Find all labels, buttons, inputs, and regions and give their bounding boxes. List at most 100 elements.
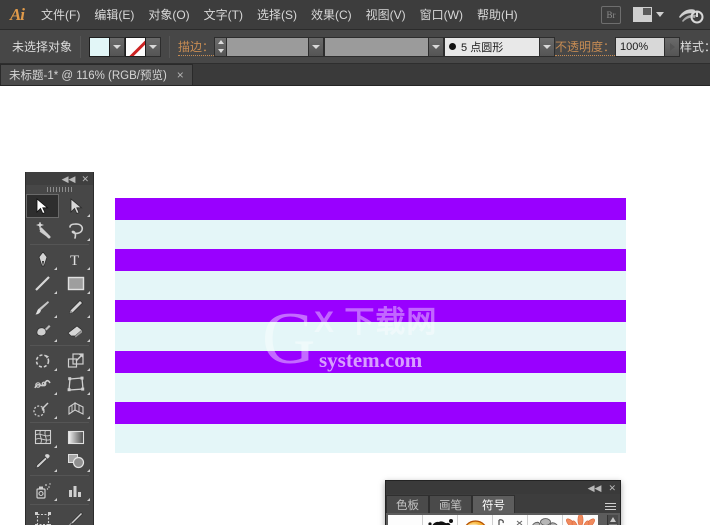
selection-tool[interactable]	[26, 194, 59, 218]
bridge-icon[interactable]: Br	[601, 5, 621, 24]
symbol-stone-ring[interactable]	[528, 515, 563, 525]
collapse-icon[interactable]: ◀◀	[588, 483, 602, 493]
document-tab[interactable]: 未标题-1* @ 116% (RGB/预览) ×	[0, 64, 193, 85]
stroke-weight-stepper[interactable]	[214, 36, 228, 57]
lasso-tool[interactable]	[59, 218, 92, 242]
perspective-grid-tool[interactable]	[59, 396, 92, 420]
menu-edit[interactable]: 编辑(E)	[87, 0, 141, 30]
type-tool[interactable]: T	[59, 247, 92, 271]
style-label[interactable]: 样式：	[680, 38, 710, 55]
pencil-tool[interactable]	[59, 295, 92, 319]
rectangle-tool[interactable]	[59, 271, 92, 295]
brush-definition-field[interactable]: 5 点圆形	[444, 36, 541, 57]
tab-symbols[interactable]: 符号	[472, 495, 515, 513]
stripe-purple-5[interactable]	[115, 402, 626, 424]
stroke-weight-control[interactable]	[214, 36, 325, 57]
stroke-weight-field[interactable]	[227, 36, 310, 57]
brush-definition-label: 5 点圆形	[461, 41, 504, 54]
panel-menu-icon[interactable]	[605, 502, 616, 510]
tab-swatches[interactable]: 色板	[386, 495, 429, 513]
tools-panel: ◀◀ ✕ T	[25, 172, 94, 525]
free-transform-tool[interactable]	[59, 372, 92, 396]
symbol-blue-gradient-bar[interactable]	[388, 515, 423, 525]
menu-help[interactable]: 帮助(H)	[470, 0, 525, 30]
menu-type[interactable]: 文字(T)	[197, 0, 250, 30]
column-graph-tool[interactable]	[59, 478, 92, 502]
symbol-ink-splat[interactable]	[423, 515, 458, 525]
chevron-down-icon	[432, 44, 441, 49]
arrange-documents-icon	[633, 7, 652, 22]
paintbrush-tool[interactable]	[26, 295, 59, 319]
stripe-purple-2[interactable]	[115, 249, 626, 271]
rotate-tool[interactable]	[26, 348, 59, 372]
stroke-profile-field[interactable]	[324, 36, 430, 57]
opacity-label[interactable]: 不透明度：	[555, 38, 616, 56]
width-tool[interactable]	[26, 372, 59, 396]
scroll-up-icon[interactable]	[610, 517, 616, 522]
blend-tool[interactable]	[59, 449, 92, 473]
symbol-orange-flower[interactable]	[563, 515, 598, 525]
stroke-profile-control[interactable]	[324, 36, 445, 57]
menu-window[interactable]: 窗口(W)	[413, 0, 470, 30]
tools-panel-grip[interactable]	[26, 185, 93, 194]
blob-brush-tool[interactable]	[26, 319, 59, 343]
fill-dropdown-button[interactable]	[110, 36, 126, 57]
opacity-field[interactable]: 100%	[615, 36, 666, 57]
symbols-panel-header: ◀◀ ✕	[386, 481, 620, 494]
symbol-orange-sphere[interactable]	[458, 515, 493, 525]
stroke-swatch-none[interactable]	[125, 36, 147, 57]
stroke-weight-dropdown-button[interactable]	[309, 36, 325, 57]
menu-select[interactable]: 选择(S)	[250, 0, 304, 30]
scale-tool[interactable]	[59, 348, 92, 372]
brush-definition-dropdown-button[interactable]	[540, 36, 556, 57]
tools-panel-header: ◀◀ ✕	[26, 172, 93, 185]
fill-swatch[interactable]	[89, 36, 111, 57]
collapse-icon[interactable]: ◀◀	[62, 174, 76, 184]
artboard-tool[interactable]	[26, 507, 59, 525]
stripe-cyan-1[interactable]	[115, 220, 626, 249]
gradient-tool[interactable]	[59, 425, 92, 449]
menu-view[interactable]: 视图(V)	[359, 0, 413, 30]
eraser-tool[interactable]	[59, 319, 92, 343]
close-icon[interactable]: ×	[177, 68, 184, 82]
close-icon[interactable]: ✕	[81, 174, 89, 184]
magic-wand-tool[interactable]	[26, 218, 59, 242]
stroke-color-control[interactable]	[125, 36, 162, 57]
stripe-purple-3[interactable]	[115, 300, 626, 322]
close-icon[interactable]: ✕	[608, 483, 616, 493]
menu-file[interactable]: 文件(F)	[34, 0, 87, 30]
stripe-purple-4[interactable]	[115, 351, 626, 373]
brush-definition-control[interactable]: 5 点圆形	[444, 36, 556, 57]
slice-tool[interactable]	[59, 507, 92, 525]
line-segment-tool[interactable]	[26, 271, 59, 295]
shape-builder-tool[interactable]	[26, 396, 59, 420]
stroke-profile-dropdown-button[interactable]	[429, 36, 445, 57]
stripe-cyan-3[interactable]	[115, 322, 626, 351]
menu-object[interactable]: 对象(O)	[141, 0, 196, 30]
arrange-documents-button[interactable]	[633, 7, 664, 22]
mesh-tool[interactable]	[26, 425, 59, 449]
stripe-cyan-4[interactable]	[115, 373, 626, 402]
divider	[80, 35, 82, 58]
opacity-flyout-button[interactable]	[665, 36, 681, 57]
symbol-line-sketch[interactable]	[493, 515, 528, 525]
workspace-switcher-icon[interactable]	[678, 5, 704, 25]
pen-tool[interactable]	[26, 247, 59, 271]
selection-status-label: 未选择对象	[12, 40, 73, 54]
stroke-weight-label[interactable]: 描边：	[178, 38, 215, 56]
fill-color-control[interactable]	[89, 36, 126, 57]
stripe-cyan-2[interactable]	[115, 271, 626, 300]
canvas-area[interactable]: G X 下载网 system.com ◀◀ ✕ T ◀◀ ✕ 色板 画笔 符号	[0, 86, 710, 525]
tab-brushes[interactable]: 画笔	[429, 495, 472, 513]
stroke-dropdown-button[interactable]	[146, 36, 162, 57]
menu-effect[interactable]: 效果(C)	[304, 0, 359, 30]
chevron-down-icon	[312, 44, 321, 49]
direct-selection-tool[interactable]	[59, 194, 92, 218]
symbols-scrollbar[interactable]	[607, 515, 618, 525]
eyedropper-tool[interactable]	[26, 449, 59, 473]
opacity-control[interactable]: 100%	[615, 36, 681, 57]
artwork-striped-pattern[interactable]	[115, 198, 626, 453]
stripe-cyan-5[interactable]	[115, 424, 626, 453]
symbol-sprayer-tool[interactable]	[26, 478, 59, 502]
stripe-purple-1[interactable]	[115, 198, 626, 220]
